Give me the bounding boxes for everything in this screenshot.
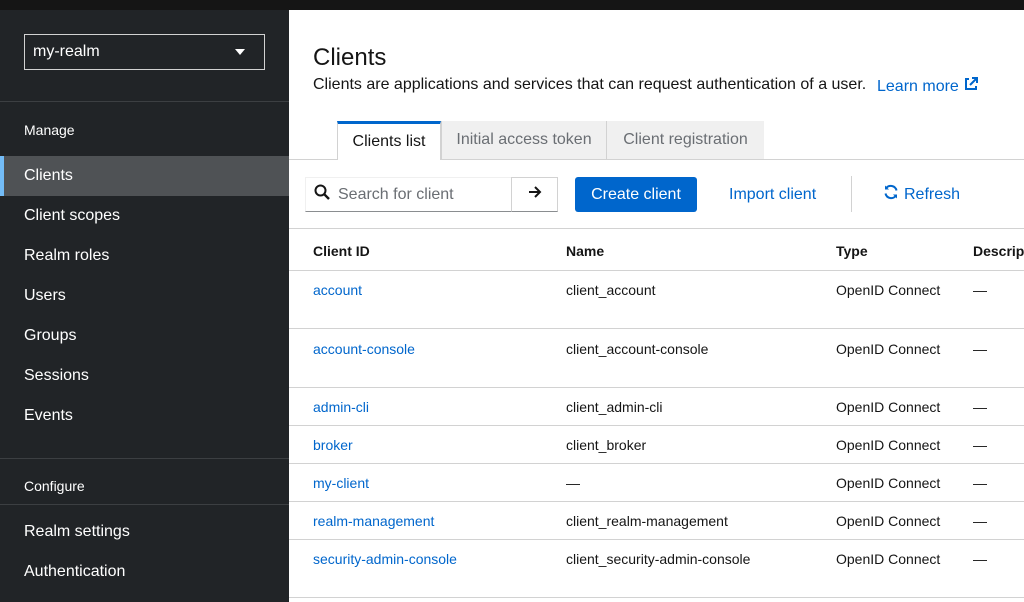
client-name: client_broker	[566, 437, 647, 453]
realm-selector-label: my-realm	[33, 43, 100, 60]
tab-clients-list[interactable]: Clients list	[337, 121, 441, 160]
client-description: —	[973, 475, 987, 491]
client-name: —	[566, 475, 580, 491]
sidebar-item-clients[interactable]: Clients	[0, 156, 289, 196]
caret-down-icon	[235, 49, 245, 55]
sidebar-divider	[0, 458, 289, 459]
refresh-icon	[883, 184, 899, 205]
toolbar-divider	[851, 176, 852, 212]
client-type: OpenID Connect	[836, 282, 941, 298]
realm-selector[interactable]: my-realm	[24, 34, 265, 70]
table-row-divider	[289, 387, 1024, 388]
client-description: —	[973, 282, 987, 298]
sidebar: my-realm Manage Clients Client scopes Re…	[0, 10, 289, 602]
client-id-link[interactable]: admin-cli	[313, 399, 369, 415]
client-id-link[interactable]: security-admin-console	[313, 551, 457, 567]
client-description: —	[973, 513, 987, 529]
client-id-link[interactable]: my-client	[313, 475, 369, 491]
client-id-link[interactable]: realm-management	[313, 513, 434, 529]
client-name: client_account	[566, 282, 656, 298]
client-description: —	[973, 399, 987, 415]
client-id-link[interactable]: account	[313, 282, 362, 298]
search-submit-button[interactable]	[511, 177, 558, 212]
table-row-divider	[289, 328, 1024, 329]
client-description: —	[973, 437, 987, 453]
table-row-divider	[289, 597, 1024, 598]
sidebar-divider	[0, 101, 289, 102]
client-name: client_security-admin-console	[566, 551, 751, 567]
column-header-type[interactable]: Type	[836, 243, 868, 259]
sidebar-divider	[0, 504, 289, 505]
page-description: Clients are applications and services th…	[313, 76, 867, 93]
search-icon	[314, 184, 330, 205]
external-link-icon	[963, 76, 979, 97]
column-header-description[interactable]: Descript	[973, 243, 1024, 259]
table-row-divider	[289, 539, 1024, 540]
client-type: OpenID Connect	[836, 551, 941, 567]
main-content: Clients Clients are applications and ser…	[289, 10, 1024, 602]
sidebar-item-authentication[interactable]: Authentication	[0, 552, 289, 592]
table-row-divider	[289, 425, 1024, 426]
sidebar-item-realm-settings[interactable]: Realm settings	[0, 512, 289, 552]
learn-more-label: Learn more	[877, 77, 959, 95]
page-title: Clients	[313, 44, 387, 71]
import-client-button[interactable]: Import client	[729, 177, 816, 212]
create-client-button[interactable]: Create client	[575, 177, 697, 212]
refresh-label: Refresh	[904, 185, 961, 203]
client-type: OpenID Connect	[836, 437, 941, 453]
sidebar-item-sessions[interactable]: Sessions	[0, 356, 289, 396]
client-description: —	[973, 551, 987, 567]
arrow-right-icon	[527, 184, 543, 205]
client-type: OpenID Connect	[836, 475, 941, 491]
table-divider	[289, 270, 1024, 271]
client-id-link[interactable]: broker	[313, 437, 353, 453]
client-name: client_account-console	[566, 341, 709, 357]
sidebar-item-users[interactable]: Users	[0, 276, 289, 316]
sidebar-item-events[interactable]: Events	[0, 396, 289, 436]
client-description: —	[973, 341, 987, 357]
search-input[interactable]: Search for client	[305, 177, 512, 212]
tab-client-registration[interactable]: Client registration	[606, 121, 764, 159]
table-divider	[289, 228, 1024, 229]
client-id-link[interactable]: account-console	[313, 341, 415, 357]
sidebar-item-groups[interactable]: Groups	[0, 316, 289, 356]
section-title-manage: Manage	[24, 122, 75, 138]
column-header-name[interactable]: Name	[566, 243, 604, 259]
refresh-button[interactable]: Refresh	[883, 177, 960, 212]
learn-more-link[interactable]: Learn more	[877, 76, 979, 97]
search-placeholder: Search for client	[338, 185, 454, 203]
section-title-configure: Configure	[24, 478, 85, 494]
table-row-divider	[289, 501, 1024, 502]
client-name: client_admin-cli	[566, 399, 663, 415]
sidebar-item-realm-roles[interactable]: Realm roles	[0, 236, 289, 276]
client-type: OpenID Connect	[836, 513, 941, 529]
client-name: client_realm-management	[566, 513, 728, 529]
top-bar	[0, 0, 1024, 10]
tab-initial-access-token[interactable]: Initial access token	[441, 121, 606, 159]
client-type: OpenID Connect	[836, 399, 941, 415]
table-row-divider	[289, 463, 1024, 464]
sidebar-item-client-scopes[interactable]: Client scopes	[0, 196, 289, 236]
client-type: OpenID Connect	[836, 341, 941, 357]
column-header-client-id[interactable]: Client ID	[313, 243, 370, 259]
